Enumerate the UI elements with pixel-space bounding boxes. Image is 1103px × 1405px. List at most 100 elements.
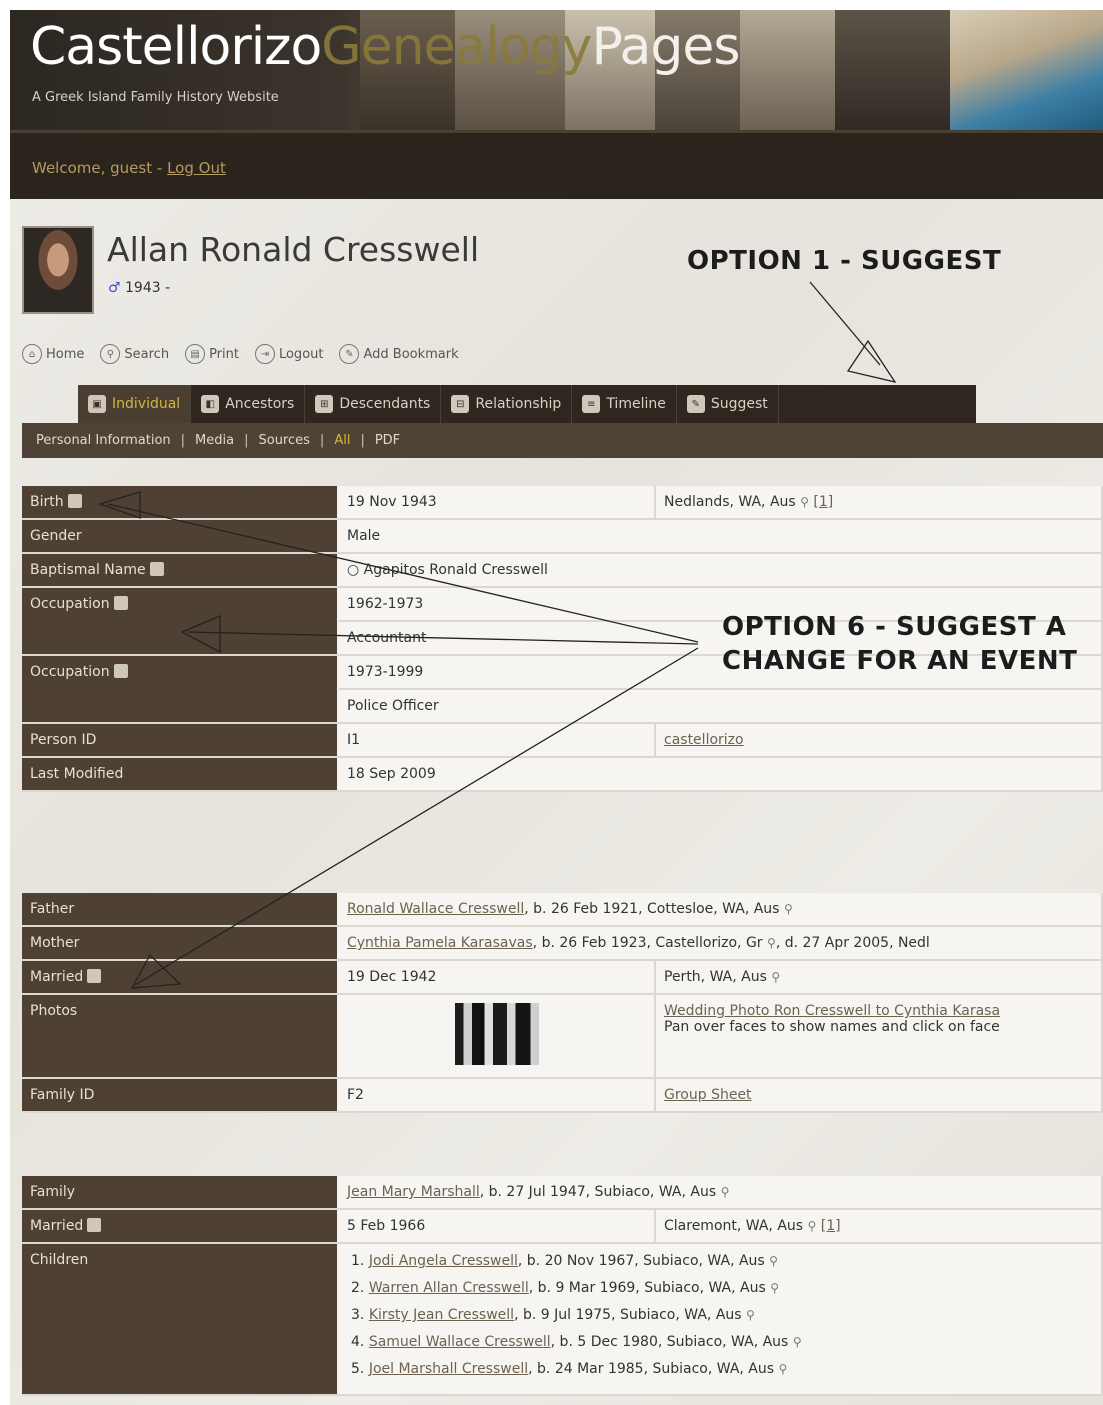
search-button[interactable]: ⚲ Search xyxy=(100,344,169,364)
map-pin-icon[interactable]: ⚲ xyxy=(769,1254,778,1268)
tab-timeline[interactable]: ≡ Timeline xyxy=(572,385,677,423)
child-link[interactable]: Jodi Angela Cresswell xyxy=(369,1253,518,1269)
tab-label: Relationship xyxy=(475,396,562,412)
row-label: Last Modified xyxy=(22,758,339,790)
gender-value: Male xyxy=(339,520,1103,552)
wedding-photo-thumbnail[interactable] xyxy=(454,1003,539,1065)
edit-event-icon[interactable] xyxy=(67,494,82,508)
map-pin-icon[interactable]: ⚲ xyxy=(808,1219,817,1233)
child-link[interactable]: Joel Marshall Cresswell xyxy=(369,1361,528,1377)
mother-death: , d. 27 Apr 2005, Nedl xyxy=(775,935,930,951)
subnav-sources[interactable]: Sources xyxy=(258,433,309,448)
arrow-head xyxy=(846,339,897,384)
source-link[interactable]: [1] xyxy=(813,494,833,510)
table-row: Gender Male xyxy=(22,520,1103,554)
child-info: , b. 9 Mar 1969, Subiaco, WA, Aus xyxy=(528,1280,766,1296)
edit-event-icon[interactable] xyxy=(113,596,128,610)
person-photo[interactable] xyxy=(22,226,94,314)
spouse-link[interactable]: Jean Mary Marshall xyxy=(347,1184,480,1200)
annotation-line: CHANGE FOR AN EVENT xyxy=(722,646,1078,676)
tab-suggest[interactable]: ✎ Suggest xyxy=(677,385,779,423)
tab-ancestors[interactable]: ◧ Ancestors xyxy=(191,385,306,423)
table-row: Baptismal Name ○ Agapitos Ronald Cresswe… xyxy=(22,554,1103,588)
annotation-option1: OPTION 1 - SUGGEST xyxy=(687,246,1002,276)
occupation-label: Occupation xyxy=(30,664,110,680)
toolbar-label: Add Bookmark xyxy=(363,346,459,362)
child-link[interactable]: Warren Allan Cresswell xyxy=(369,1280,529,1296)
row-label: Children xyxy=(22,1244,339,1394)
baptismal-cell: ○ Agapitos Ronald Cresswell xyxy=(339,554,1103,586)
married-date: 19 Dec 1942 xyxy=(339,961,656,993)
father-link[interactable]: Ronald Wallace Cresswell xyxy=(347,901,524,917)
tab-label: Descendants xyxy=(339,396,431,412)
list-item: 5. Joel Marshall Cresswell, b. 24 Mar 19… xyxy=(351,1356,1093,1383)
banner-photo-coast xyxy=(950,10,1103,130)
map-pin-icon[interactable]: ⚲ xyxy=(784,902,793,916)
row-value: Wedding Photo Ron Cresswell to Cynthia K… xyxy=(339,995,1103,1077)
baptismal-name: Agapitos Ronald Cresswell xyxy=(363,562,548,578)
list-item: 3. Kirsty Jean Cresswell, b. 9 Jul 1975,… xyxy=(351,1302,1093,1329)
edit-event-icon[interactable] xyxy=(149,562,164,576)
photo-thumb-cell xyxy=(339,995,656,1077)
married-place-cell: Claremont, WA, Aus ⚲ [1] xyxy=(656,1210,1103,1242)
photo-link[interactable]: Wedding Photo Ron Cresswell to Cynthia K… xyxy=(664,1003,1000,1019)
tab-individual[interactable]: ▣ Individual xyxy=(78,385,192,423)
edit-event-icon[interactable] xyxy=(113,664,128,678)
spouse-cell: Jean Mary Marshall, b. 27 Jul 1947, Subi… xyxy=(339,1176,1103,1208)
subnav-all[interactable]: All xyxy=(334,433,350,448)
map-pin-icon[interactable]: ⚲ xyxy=(746,1308,755,1322)
map-pin-icon[interactable]: ⚲ xyxy=(771,970,780,984)
row-value: 18 Sep 2009 xyxy=(339,758,1103,790)
person-name: Allan Ronald Cresswell xyxy=(107,230,480,269)
add-bookmark-button[interactable]: ✎ Add Bookmark xyxy=(339,344,459,364)
site-title-part: Pages xyxy=(591,17,740,77)
edit-event-icon[interactable] xyxy=(87,1218,102,1232)
tab-descendants[interactable]: ⊞ Descendants xyxy=(305,385,442,423)
edit-event-icon[interactable] xyxy=(87,969,102,983)
subnav: Personal Information | Media | Sources | Al… xyxy=(22,423,1103,458)
person-id: I1 xyxy=(339,724,656,756)
mother-link[interactable]: Cynthia Pamela Karasavas xyxy=(347,935,533,951)
tree-cell: castellorizo xyxy=(656,724,1103,756)
map-pin-icon[interactable]: ⚲ xyxy=(793,1335,802,1349)
logout-link[interactable]: Log Out xyxy=(167,159,226,177)
occupation-title: Police Officer xyxy=(339,690,1103,722)
child-info: , b. 24 Mar 1985, Subiaco, WA, Aus xyxy=(528,1361,775,1377)
descendants-icon: ⊞ xyxy=(315,395,334,413)
subnav-pdf[interactable]: PDF xyxy=(375,433,400,448)
child-info: , b. 5 Dec 1980, Subiaco, WA, Aus xyxy=(550,1334,789,1350)
home-button[interactable]: ⌂ Home xyxy=(22,344,84,364)
married-place: Perth, WA, Aus xyxy=(664,969,767,985)
map-pin-icon[interactable]: ⚲ xyxy=(721,1185,730,1199)
source-link[interactable]: [1] xyxy=(821,1218,841,1234)
site-title[interactable]: CastellorizoGenealogyPages xyxy=(30,16,740,78)
map-pin-icon[interactable]: ⚲ xyxy=(779,1362,788,1376)
table-row: Birth 19 Nov 1943 Nedlands, WA, Aus ⚲ [1… xyxy=(22,486,1103,520)
table-row: Family ID F2 Group Sheet xyxy=(22,1079,1103,1113)
photo-info-cell: Wedding Photo Ron Cresswell to Cynthia K… xyxy=(656,995,1103,1077)
subnav-media[interactable]: Media xyxy=(195,433,234,448)
subnav-personal-information[interactable]: Personal Information xyxy=(36,433,171,448)
row-label: Married xyxy=(22,1210,339,1242)
subnav-separator: | xyxy=(244,433,249,448)
child-number: 4. xyxy=(351,1334,365,1350)
row-label: Gender xyxy=(22,520,339,552)
child-link[interactable]: Samuel Wallace Cresswell xyxy=(369,1334,551,1350)
occupation-label: Occupation xyxy=(30,596,110,612)
map-pin-icon[interactable]: ⚲ xyxy=(767,936,776,950)
map-pin-icon[interactable]: ⚲ xyxy=(770,1281,779,1295)
print-button[interactable]: ▤ Print xyxy=(185,344,239,364)
tab-relationship[interactable]: ⊟ Relationship xyxy=(441,385,573,423)
ancestors-icon: ◧ xyxy=(201,395,220,413)
banner-photo xyxy=(835,10,950,130)
child-info: , b. 20 Nov 1967, Subiaco, WA, Aus xyxy=(517,1253,765,1269)
table-row: Mother Cynthia Pamela Karasavas, b. 26 F… xyxy=(22,927,1103,961)
logout-button[interactable]: ⇥ Logout xyxy=(254,344,323,364)
map-pin-icon[interactable]: ⚲ xyxy=(800,495,809,509)
tree-link[interactable]: castellorizo xyxy=(664,732,744,748)
group-sheet-link[interactable]: Group Sheet xyxy=(664,1087,752,1103)
timeline-icon: ≡ xyxy=(582,395,601,413)
married-place: Claremont, WA, Aus xyxy=(664,1218,804,1234)
child-link[interactable]: Kirsty Jean Cresswell xyxy=(369,1307,514,1323)
last-modified: 18 Sep 2009 xyxy=(339,758,1103,790)
